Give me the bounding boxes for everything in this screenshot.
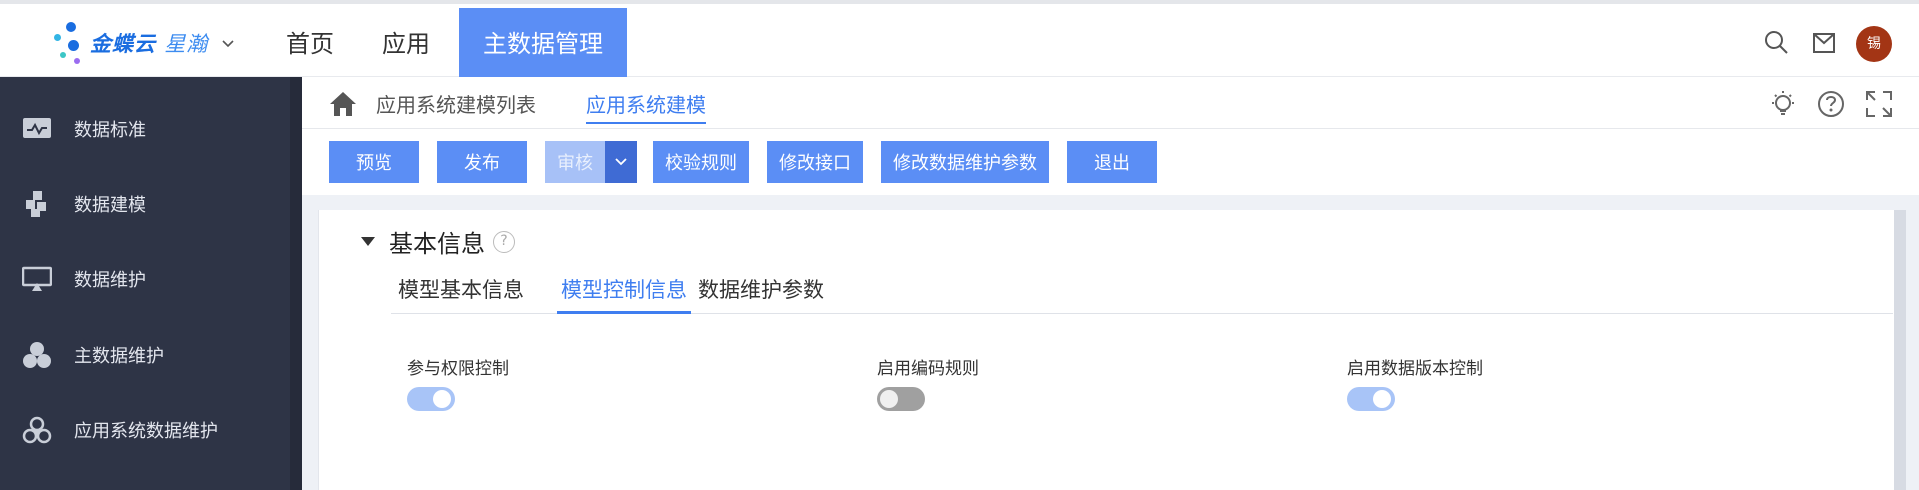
exit-button[interactable]: 退出 [1067,141,1157,183]
master-data-icon [20,338,54,372]
sidebar: 数据标准 数据建模 数据维护 主数据维护 应用系统数据维护 [0,77,302,490]
brand-switcher[interactable]: 金蝶云 星瀚 [52,18,242,68]
top-bar: 金蝶云 星瀚 首页 应用 主数据管理 锡 [0,0,1919,81]
data-modeling-icon [20,187,54,221]
modify-interface-button[interactable]: 修改接口 [767,141,863,183]
field-coding-rules: 启用编码规则 [877,354,979,411]
bulb-icon[interactable] [1768,89,1798,119]
data-standard-icon [20,112,54,146]
sidebar-item-app-system-data[interactable]: 应用系统数据维护 [0,400,290,460]
basic-info-card: 基本信息 ? 模型基本信息 模型控制信息 数据维护参数 参与权限控制 启用编码规… [318,210,1894,490]
breadcrumb: 应用系统建模列表 应用系统建模 [302,77,1919,129]
question-icon[interactable]: ? [493,230,515,253]
publish-button[interactable]: 发布 [437,141,527,183]
field-label: 启用编码规则 [877,359,979,379]
review-dropdown-button[interactable] [605,141,637,183]
brand-name: 金蝶云 星瀚 [90,32,209,56]
sidebar-scrollbar[interactable] [290,77,302,490]
chevron-down-icon [615,157,627,165]
toolbar: 预览 发布 审核 校验规则 修改接口 修改数据维护参数 退出 [302,129,1919,195]
coding-rules-toggle[interactable] [877,387,925,411]
app-system-data-icon [20,413,54,447]
field-label: 启用数据版本控制 [1347,359,1483,379]
validation-rules-button[interactable]: 校验规则 [653,141,749,183]
version-control-toggle[interactable] [1347,387,1395,411]
collapse-triangle-icon [361,237,375,246]
content-scrollbar[interactable] [1894,210,1906,490]
tab-data-maintenance-params[interactable]: 数据维护参数 [691,274,831,314]
sidebar-item-label: 数据建模 [74,195,146,216]
sidebar-item-label: 数据标准 [74,120,146,141]
mail-icon[interactable] [1810,28,1838,56]
review-button[interactable]: 审核 [545,141,605,183]
modify-maintenance-params-button[interactable]: 修改数据维护参数 [881,141,1049,183]
data-maintenance-icon [20,262,54,296]
sidebar-item-master-data[interactable]: 主数据维护 [0,325,290,385]
field-label: 参与权限控制 [407,359,509,379]
permission-control-toggle[interactable] [407,387,455,411]
search-icon[interactable] [1762,28,1790,56]
breadcrumb-app-modeling-list[interactable]: 应用系统建模列表 [376,89,536,118]
sidebar-item-data-maintenance[interactable]: 数据维护 [0,249,290,309]
avatar[interactable]: 锡 [1856,26,1892,62]
sidebar-item-label: 应用系统数据维护 [74,421,218,442]
home-icon[interactable] [328,90,358,118]
tab-model-basic-info[interactable]: 模型基本信息 [391,274,531,314]
sidebar-item-data-modeling[interactable]: 数据建模 [0,174,290,234]
breadcrumb-app-modeling[interactable]: 应用系统建模 [586,89,706,124]
info-tabs: 模型基本信息 模型控制信息 数据维护参数 [391,266,1893,314]
help-icon[interactable] [1816,89,1846,119]
section-title: 基本信息 [389,230,485,258]
field-version-control: 启用数据版本控制 [1347,354,1483,411]
fullscreen-icon[interactable] [1864,89,1894,119]
tab-model-control-info[interactable]: 模型控制信息 [557,274,691,314]
chevron-down-icon[interactable] [220,35,236,51]
nav-master-data[interactable]: 主数据管理 [459,8,627,81]
preview-button[interactable]: 预览 [329,141,419,183]
nav-home[interactable]: 首页 [286,8,334,81]
nav-apps[interactable]: 应用 [382,8,430,81]
sidebar-item-data-standard[interactable]: 数据标准 [0,99,290,159]
brand-logo-icon [52,20,88,66]
field-permission-control: 参与权限控制 [407,354,509,411]
sidebar-item-label: 数据维护 [74,270,146,291]
sidebar-item-label: 主数据维护 [74,346,164,367]
basic-info-toggle[interactable]: 基本信息 ? [361,224,515,259]
